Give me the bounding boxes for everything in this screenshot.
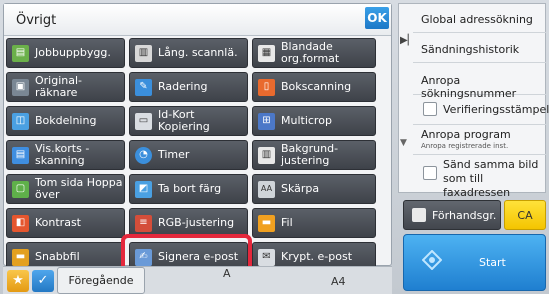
- blank-page-skip-label: Tom sida Hoppa över: [35, 176, 123, 201]
- checkmark-button[interactable]: ✓: [32, 270, 54, 292]
- start-button[interactable]: Start: [403, 234, 546, 291]
- card-scan-button[interactable]: ▤ Vis.korts -skanning: [6, 140, 125, 170]
- popup-title: Övrigt: [16, 13, 57, 28]
- popup-header: Övrigt OK: [4, 4, 391, 36]
- timer-icon: ◔: [135, 146, 152, 164]
- ok-button[interactable]: OK: [365, 7, 389, 29]
- call-search-number-item[interactable]: Anropa sökningsnummer: [413, 63, 546, 100]
- job-build-button[interactable]: ▤ Jobbuppbygg.: [6, 38, 125, 68]
- timer-button[interactable]: ◔ Timer: [129, 140, 248, 170]
- original-counter-button[interactable]: ▣ Original-räknare: [6, 72, 125, 102]
- blank-page-skip-button[interactable]: ▢ Tom sida Hoppa över: [6, 174, 125, 204]
- send-history-label: Sändningshistorik: [421, 43, 520, 56]
- scroll-down-icon[interactable]: ▼: [400, 138, 407, 148]
- remove-color-button[interactable]: ◩ Ta bort färg: [129, 174, 248, 204]
- contrast-icon: ◧: [12, 214, 29, 232]
- sharpness-label: Skärpa: [281, 182, 320, 195]
- original-counter-label: Original-räknare: [35, 74, 83, 99]
- book-divide-button[interactable]: ◫ Bokdelning: [6, 106, 125, 136]
- book-divide-label: Bokdelning: [35, 114, 97, 127]
- job-build-label: Jobbuppbygg.: [35, 46, 111, 59]
- call-program-label: Anropa program: [421, 128, 511, 141]
- background-adjust-icon: ▥: [258, 146, 275, 164]
- mixed-size-button[interactable]: ▦ Blandade org.format: [252, 38, 376, 68]
- global-address-search-item[interactable]: Global adressökning: [413, 3, 546, 33]
- mixed-size-label: Blandade org.format: [281, 40, 340, 65]
- bottom-text-a: A: [223, 267, 231, 280]
- multicrop-label: Multicrop: [281, 114, 332, 127]
- paper-size-label: A4: [331, 275, 346, 288]
- verification-stamp-label: Verifieringsstämpel: [443, 103, 549, 116]
- start-label: Start: [479, 256, 506, 269]
- card-scan-label: Vis.korts -skanning: [35, 142, 90, 167]
- remove-color-icon: ◩: [135, 180, 152, 198]
- start-diamond-icon: [422, 250, 442, 270]
- rgb-adjust-icon: ≡: [135, 214, 152, 232]
- multicrop-icon: ⊞: [258, 112, 275, 130]
- book-scan-icon: ▯: [258, 78, 275, 96]
- long-scan-label: Lång. scannlä.: [158, 46, 238, 59]
- timer-label: Timer: [158, 148, 190, 161]
- id-card-label: Id-Kort Kopiering: [158, 108, 210, 133]
- global-address-search-label: Global adressökning: [421, 13, 533, 26]
- id-card-copy-button[interactable]: ▭ Id-Kort Kopiering: [129, 106, 248, 136]
- multicrop-button[interactable]: ⊞ Multicrop: [252, 106, 376, 136]
- background-adjust-label: Bakgrund-justering: [281, 142, 339, 167]
- book-divide-icon: ◫: [12, 112, 29, 130]
- job-build-icon: ▤: [12, 44, 29, 62]
- sharpness-icon: AA: [258, 180, 275, 198]
- send-same-image-item[interactable]: Sänd samma bild som till faxadressen: [413, 155, 546, 199]
- card-scan-icon: ▤: [12, 146, 29, 164]
- mixed-size-icon: ▦: [258, 44, 275, 62]
- verification-stamp-checkbox[interactable]: [423, 102, 437, 116]
- file-icon: ▬: [258, 214, 275, 232]
- preview-button[interactable]: Förhandsgr.: [403, 200, 501, 230]
- original-counter-icon: ▣: [12, 78, 29, 96]
- quick-file-icon: ▬: [12, 248, 29, 266]
- preview-icon: [412, 208, 426, 222]
- preview-label: Förhandsgr.: [432, 208, 497, 222]
- file-button[interactable]: ▬ Fil: [252, 208, 376, 238]
- encrypt-email-icon: ✉: [258, 248, 275, 266]
- send-same-image-checkbox[interactable]: [423, 166, 437, 180]
- send-history-item[interactable]: Sändningshistorik: [413, 33, 546, 63]
- id-card-icon: ▭: [135, 112, 152, 130]
- previous-button[interactable]: Föregående: [57, 267, 145, 294]
- file-label: Fil: [281, 216, 293, 229]
- book-scan-button[interactable]: ▯ Bokscanning: [252, 72, 376, 102]
- sharpness-button[interactable]: AA Skärpa: [252, 174, 376, 204]
- encrypt-email-label: Krypt. e-post: [281, 250, 353, 263]
- rgb-adjust-label: RGB-justering: [158, 216, 235, 229]
- erase-button[interactable]: ✎ Radering: [129, 72, 248, 102]
- bottom-bar: ★ ✓ Föregående A A4: [3, 266, 392, 294]
- quick-file-label: Snabbfil: [35, 250, 80, 263]
- clear-all-button[interactable]: CA: [504, 200, 546, 230]
- call-program-sublabel: Anropa registrerade inst.: [421, 142, 509, 150]
- book-scan-label: Bokscanning: [281, 80, 352, 93]
- erase-label: Radering: [158, 80, 208, 93]
- long-scan-button[interactable]: ▥ Lång. scannlä.: [129, 38, 248, 68]
- call-program-item[interactable]: Anropa program Anropa registrerade inst.: [413, 125, 546, 155]
- long-scan-icon: ▥: [135, 44, 152, 62]
- verification-stamp-item[interactable]: Verifieringsstämpel: [413, 95, 549, 125]
- blank-page-skip-icon: ▢: [12, 180, 29, 198]
- favorite-star-button[interactable]: ★: [7, 270, 29, 292]
- erase-icon: ✎: [135, 78, 152, 96]
- contrast-button[interactable]: ◧ Kontrast: [6, 208, 125, 238]
- contrast-label: Kontrast: [35, 216, 81, 229]
- send-same-image-label: Sänd samma bild som till faxadressen: [443, 158, 539, 199]
- background-adjust-button[interactable]: ▥ Bakgrund-justering: [252, 140, 376, 170]
- remove-color-label: Ta bort färg: [158, 182, 222, 195]
